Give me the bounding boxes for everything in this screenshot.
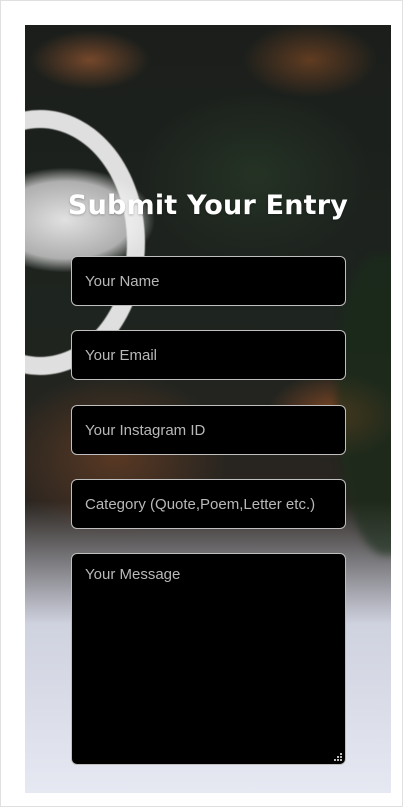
resize-grip-icon[interactable] <box>333 752 343 762</box>
page-frame: Submit Your Entry <box>0 0 403 807</box>
email-input[interactable] <box>71 330 346 380</box>
category-input[interactable] <box>71 479 346 529</box>
message-textarea[interactable] <box>71 553 346 765</box>
form-title: Submit Your Entry <box>67 190 349 221</box>
instagram-id-input[interactable] <box>71 405 346 455</box>
entry-form-panel: Submit Your Entry <box>25 25 391 793</box>
name-input[interactable] <box>71 256 346 306</box>
